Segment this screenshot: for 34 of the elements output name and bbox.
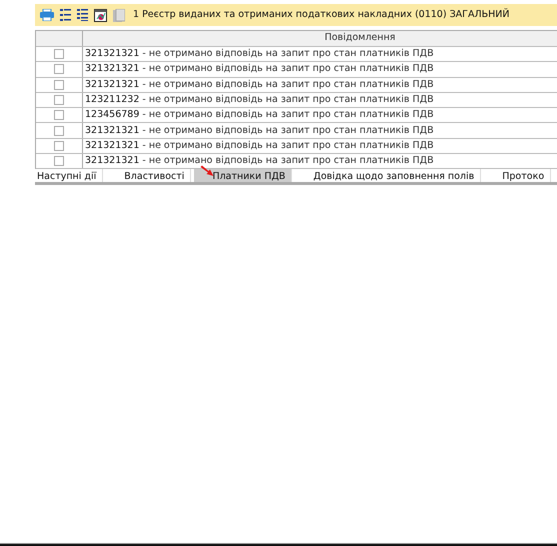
column-header[interactable]: Повідомлення xyxy=(324,31,396,46)
list-icon[interactable] xyxy=(60,9,71,21)
toolbar-title: 1 Реєстр виданих та отриманих податкових накладних (0110) ЗАГАЛЬНИЙ xyxy=(133,8,510,22)
message-text: - не отримано відповідь на запит про стан платників ПДВ xyxy=(142,138,434,153)
message-text: - не отримано відповідь на запит про стан платників ПДВ xyxy=(142,124,434,138)
checkbox[interactable] xyxy=(54,140,64,151)
checkbox[interactable] xyxy=(54,156,64,166)
checkbox[interactable] xyxy=(54,64,64,74)
checkbox[interactable] xyxy=(54,126,64,136)
message-text: - не отримано відповідь на запит про стан платників ПДВ xyxy=(142,92,434,107)
checkbox[interactable] xyxy=(54,110,64,120)
checkbox[interactable] xyxy=(54,49,64,60)
taxpayer-number: 321321321 xyxy=(85,138,140,153)
message-text: - не отримано відповідь на запит про стан платників ПДВ xyxy=(142,108,434,122)
message-text: - не отримано відповідь на запит про стан платників ПДВ xyxy=(142,62,434,76)
list-icon[interactable] xyxy=(77,9,88,21)
taxpayer-number: 123456789 xyxy=(85,108,140,122)
taxpayer-number: 321321321 xyxy=(85,124,140,138)
taxpayer-number: 321321321 xyxy=(85,62,140,76)
taxpayer-number: 123211232 xyxy=(85,92,140,107)
arrow-icon xyxy=(200,165,214,177)
chart-icon[interactable] xyxy=(94,8,107,22)
message-text: - не отримано відповідь на запит про стан платників ПДВ xyxy=(142,154,434,168)
checkbox[interactable] xyxy=(54,95,64,106)
message-text: - не отримано відповідь на запит про стан платників ПДВ xyxy=(142,47,434,62)
document-icon[interactable] xyxy=(113,8,125,22)
taxpayer-number: 321321321 xyxy=(85,154,140,168)
tab[interactable]: Наступні дії xyxy=(35,169,104,182)
tab[interactable]: Платники ПДВ xyxy=(194,169,292,182)
checkbox[interactable] xyxy=(54,80,64,90)
taxpayer-number: 321321321 xyxy=(85,78,140,92)
print-icon[interactable] xyxy=(40,9,54,21)
taxpayer-number: 321321321 xyxy=(85,47,140,62)
message-text: - не отримано відповідь на запит про стан платників ПДВ xyxy=(142,78,434,92)
